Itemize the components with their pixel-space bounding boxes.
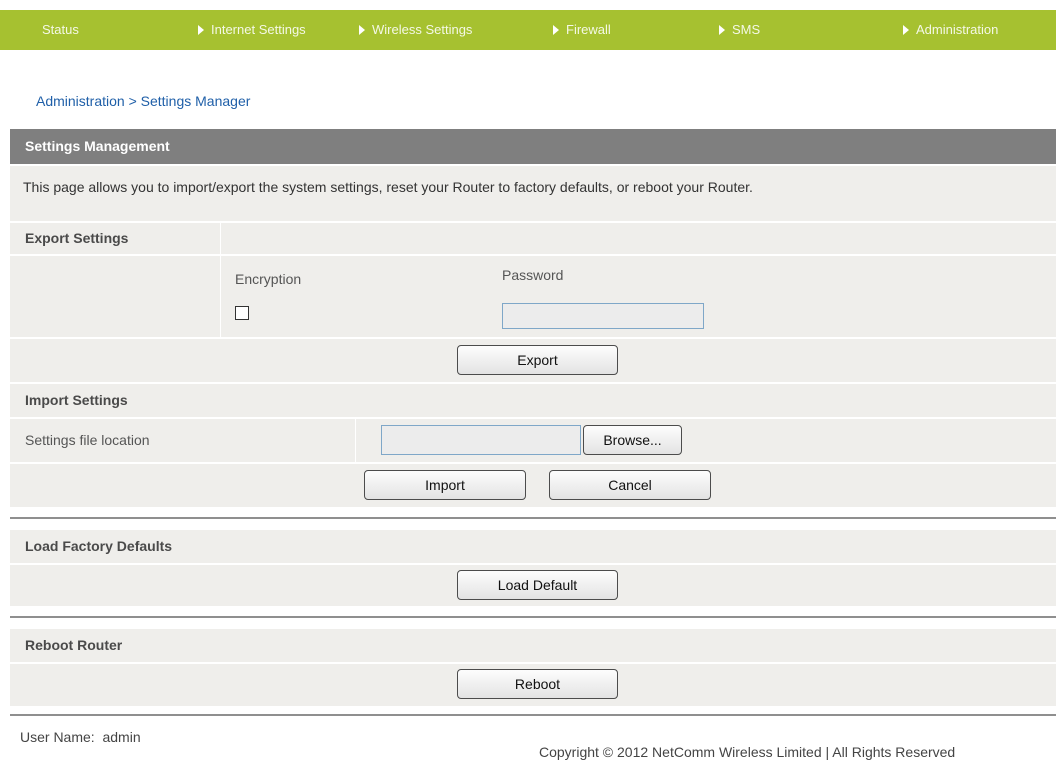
- nav-item-label: Wireless Settings: [372, 22, 473, 37]
- triangle-right-icon: [359, 25, 365, 35]
- footer-user: User Name: admin: [20, 729, 141, 745]
- nav-item-label: Status: [42, 22, 79, 37]
- triangle-right-icon: [198, 25, 204, 35]
- encryption-label: Encryption: [235, 271, 302, 287]
- reboot-router-header: Reboot Router: [10, 629, 1056, 662]
- page-description: This page allows you to import/export th…: [23, 179, 753, 195]
- load-default-button[interactable]: Load Default: [457, 570, 618, 600]
- nav-item-label: Administration: [916, 22, 999, 37]
- password-label: Password: [502, 267, 564, 283]
- settings-file-location-label: Settings file location: [25, 432, 150, 448]
- breadcrumb: Administration > Settings Manager: [36, 93, 251, 109]
- cancel-button[interactable]: Cancel: [549, 470, 711, 500]
- description-panel: This page allows you to import/export th…: [10, 166, 1056, 221]
- section-title-settings-management: Settings Management: [10, 129, 1056, 164]
- nav-item-sms[interactable]: SMS: [719, 10, 760, 50]
- browse-button[interactable]: Browse...: [583, 425, 682, 455]
- nav-item-label: Firewall: [566, 22, 611, 37]
- nav-item-label: SMS: [732, 22, 761, 37]
- triangle-right-icon: [719, 25, 725, 35]
- triangle-right-icon: [903, 25, 909, 35]
- password-input[interactable]: [502, 303, 704, 329]
- export-settings-header: Export Settings: [10, 223, 1056, 254]
- user-name-label: User Name:: [20, 729, 95, 745]
- settings-file-input[interactable]: [381, 425, 581, 455]
- nav-item-internet-settings[interactable]: Internet Settings: [198, 10, 306, 50]
- nav-item-administration[interactable]: Administration: [903, 10, 998, 50]
- section-divider: [10, 616, 1056, 618]
- load-factory-defaults-header: Load Factory Defaults: [10, 530, 1056, 563]
- import-settings-header: Import Settings: [10, 384, 1056, 417]
- import-button[interactable]: Import: [364, 470, 526, 500]
- column-divider: [220, 223, 221, 337]
- export-button[interactable]: Export: [457, 345, 618, 375]
- copyright-text: Copyright © 2012 NetComm Wireless Limite…: [539, 744, 956, 760]
- reboot-button[interactable]: Reboot: [457, 669, 618, 699]
- nav-item-label: Internet Settings: [211, 22, 306, 37]
- triangle-right-icon: [553, 25, 559, 35]
- section-divider: [10, 714, 1056, 716]
- column-divider: [355, 419, 356, 462]
- section-divider: [10, 517, 1056, 519]
- import-button-row: [10, 464, 1056, 507]
- top-navigation-bar: Status Internet Settings Wireless Settin…: [0, 10, 1056, 50]
- nav-item-status[interactable]: Status: [42, 10, 79, 50]
- user-name-value: admin: [102, 729, 141, 745]
- encryption-checkbox[interactable]: [235, 306, 249, 320]
- nav-item-wireless-settings[interactable]: Wireless Settings: [359, 10, 472, 50]
- nav-item-firewall[interactable]: Firewall: [553, 10, 611, 50]
